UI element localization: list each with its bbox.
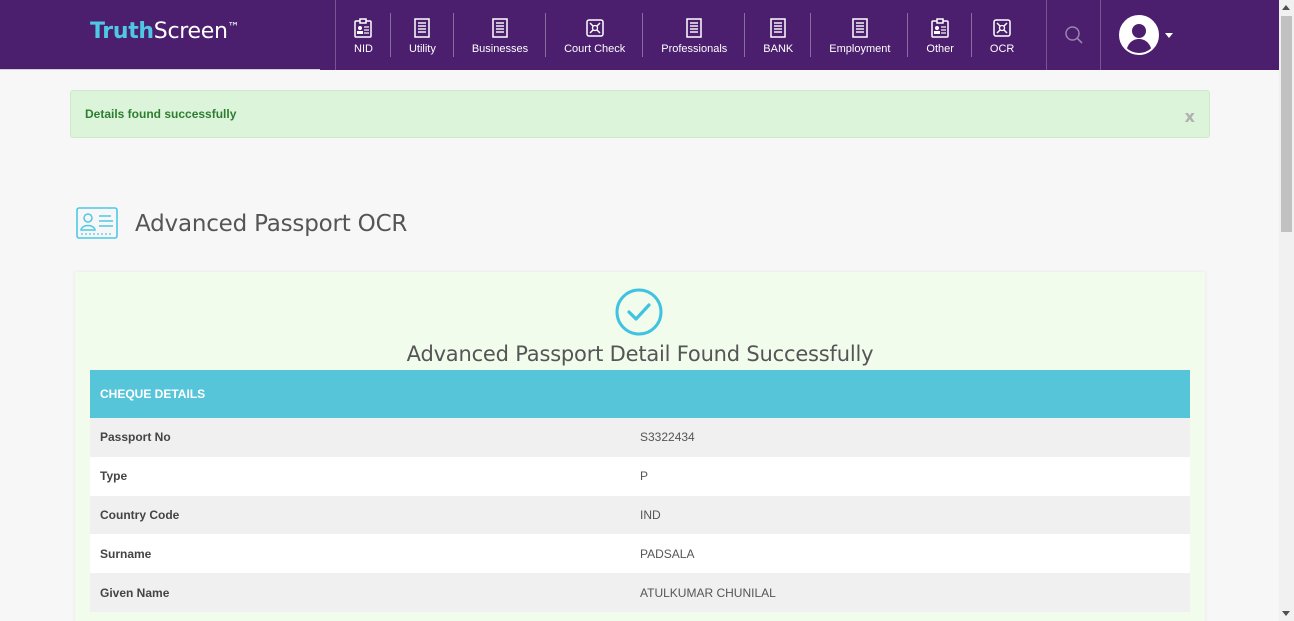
page-scrollbar[interactable] (1279, 0, 1294, 621)
nav-item-court-check[interactable]: Court Check (546, 0, 644, 70)
document-icon (770, 18, 787, 38)
logo-area: TruthScreen™ (0, 0, 320, 70)
id-card-icon (931, 18, 949, 38)
scrollbar-thumb[interactable] (1281, 16, 1292, 232)
ocr-icon (993, 19, 1011, 37)
nav-label-bank: BANK (763, 43, 794, 55)
row-label: Given Name (100, 585, 170, 600)
nav-item-professionals[interactable]: Professionals (643, 0, 746, 70)
nav-label-nid: NID (354, 43, 373, 55)
row-value: S3322434 (640, 430, 695, 445)
user-icon (1126, 24, 1153, 53)
table-row: Given Name ATULKUMAR CHUNILAL (90, 573, 1190, 612)
scroll-up-icon[interactable] (1282, 5, 1290, 10)
nav-label-utility: Utility (408, 43, 436, 55)
nav-label-employment: Employment (829, 43, 891, 55)
main-nav: NID Utility Businesses Court Check Profe… (335, 0, 1032, 70)
page-title: Advanced Passport OCR (135, 211, 408, 237)
passport-card-icon (76, 207, 118, 239)
alert-message: Details found successfully (85, 107, 237, 121)
avatar (1119, 15, 1160, 55)
result-card: Advanced Passport Detail Found Successfu… (75, 272, 1205, 621)
search-button[interactable] (1046, 0, 1102, 70)
check-circle-icon (615, 288, 663, 336)
document-icon (686, 18, 703, 38)
nav-item-nid[interactable]: NID (336, 0, 391, 70)
row-label: Country Code (100, 507, 180, 522)
row-label: Passport No (100, 430, 171, 445)
court-check-icon (585, 19, 604, 37)
nav-item-utility[interactable]: Utility (391, 0, 454, 70)
nav-label-court-check: Court Check (564, 43, 626, 55)
row-value: IND (640, 507, 661, 522)
row-label: Type (100, 469, 128, 484)
document-icon (414, 18, 431, 38)
nav-label-other: Other (926, 43, 954, 55)
brand-logo-part1: Truth (90, 19, 154, 44)
alert-close-button[interactable]: x (1185, 107, 1195, 126)
nav-item-businesses[interactable]: Businesses (454, 0, 547, 70)
brand-logo-part2: Screen (153, 19, 228, 44)
nav-label-ocr: OCR (989, 43, 1015, 55)
profile-menu[interactable] (1101, 0, 1191, 70)
nav-label-professionals: Professionals (661, 43, 728, 55)
row-label: Surname (100, 546, 152, 561)
row-value: P (640, 469, 649, 484)
details-table: CHEQUE DETAILS Passport No S3322434 Type… (90, 370, 1190, 612)
brand-logo-tm: ™ (227, 20, 240, 34)
nav-item-employment[interactable]: Employment (811, 0, 909, 70)
top-navbar: TruthScreen™ NID Utility Businesses Cour… (0, 0, 1279, 70)
row-value: ATULKUMAR CHUNILAL (640, 585, 776, 600)
search-icon (1065, 26, 1083, 44)
result-heading: Advanced Passport Detail Found Successfu… (406, 342, 874, 366)
nav-item-bank[interactable]: BANK (745, 0, 812, 70)
table-row: Type P (90, 456, 1190, 496)
document-icon (852, 18, 868, 38)
nav-item-other[interactable]: Other (908, 0, 972, 70)
chevron-down-icon (1165, 32, 1174, 38)
table-row: Surname PADSALA (90, 534, 1190, 574)
table-header: CHEQUE DETAILS (90, 370, 1190, 418)
nav-item-ocr[interactable]: OCR (972, 0, 1032, 70)
scroll-down-icon[interactable] (1282, 611, 1290, 616)
brand-logo[interactable]: TruthScreen™ (90, 19, 240, 44)
success-alert: Details found successfully x (70, 90, 1210, 138)
row-value: PADSALA (640, 546, 695, 561)
table-row: Passport No S3322434 (90, 418, 1190, 457)
id-card-icon (354, 18, 373, 38)
table-row: Country Code IND (90, 495, 1190, 535)
document-icon (492, 18, 508, 38)
nav-label-businesses: Businesses (471, 43, 529, 55)
